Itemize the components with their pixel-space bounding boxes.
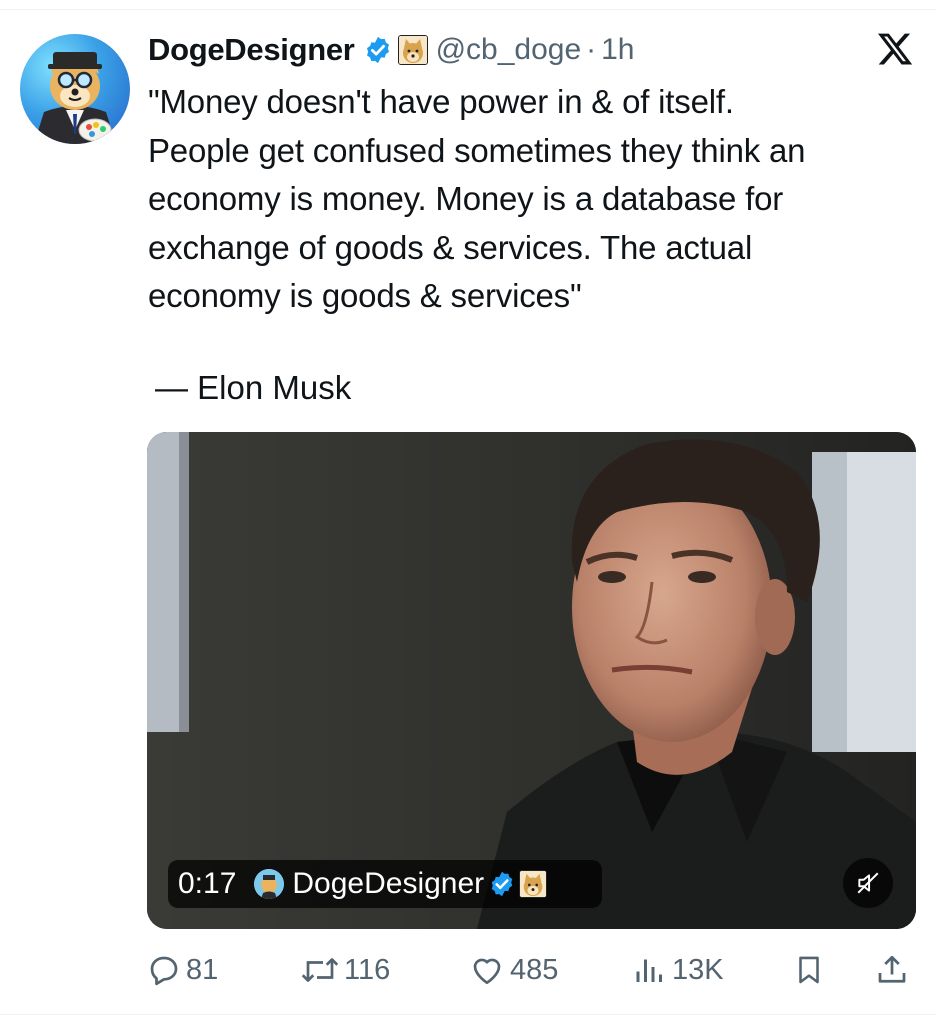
analytics-bar-icon [636, 959, 662, 982]
verified-badge-icon [488, 870, 516, 898]
tweet-text-line: economy is money. Money is a database fo… [148, 180, 784, 217]
speaker-muted-icon [857, 872, 879, 894]
tweet-action-bar: 81 116 485 13K [146, 950, 916, 990]
like-count: 485 [510, 953, 559, 986]
reply-button[interactable]: 81 [146, 950, 218, 990]
video-author-name: DogeDesigner [292, 867, 485, 900]
video-info-badge: 0:17 DogeDesigner [168, 860, 602, 908]
affiliate-doge-badge-icon [519, 870, 548, 898]
repost-count: 116 [344, 953, 391, 986]
author-avatar[interactable] [20, 34, 130, 144]
tweet-text-line: economy is goods & services" [148, 277, 582, 314]
top-divider [0, 0, 936, 10]
view-count: 13K [672, 953, 724, 986]
views-button[interactable]: 13K [632, 950, 724, 990]
tweet-text-line: "Money doesn't have power in & of itself… [148, 83, 734, 120]
bookmark-button[interactable] [792, 950, 826, 990]
x-logo-icon [876, 30, 914, 68]
tweet-timestamp[interactable]: 1h [601, 33, 634, 67]
author-display-name[interactable]: DogeDesigner [148, 32, 355, 68]
author-handle[interactable]: @cb_doge [436, 33, 582, 67]
reply-icon [150, 956, 178, 986]
doge-painter-avatar-icon [34, 52, 116, 144]
separator-dot: · [586, 33, 597, 66]
video-duration: 0:17 [178, 867, 237, 900]
heart-icon [473, 958, 501, 985]
reply-count: 81 [186, 953, 219, 986]
like-button[interactable]: 485 [468, 950, 558, 990]
verified-badge-icon [363, 35, 393, 65]
mute-toggle-button[interactable] [843, 858, 893, 908]
video-frame [147, 432, 916, 929]
video-author-avatar-icon [254, 869, 285, 899]
tweet-header: DogeDesigner @cb_doge · 1h [148, 30, 635, 70]
tweet-text: "Money doesn't have power in & of itself… [148, 78, 918, 321]
share-upload-icon [878, 955, 906, 983]
video-player[interactable] [147, 432, 916, 929]
repost-icon [301, 958, 339, 982]
bottom-divider [0, 1014, 936, 1015]
quote-attribution: — Elon Musk [155, 369, 352, 406]
bookmark-icon [799, 956, 819, 984]
tweet-text-line: People get confused sometimes they think… [148, 131, 806, 169]
tweet-text-line: exchange of goods & services. The actual [148, 228, 753, 266]
repost-button[interactable]: 116 [300, 950, 390, 990]
share-button[interactable] [874, 950, 910, 990]
affiliate-doge-badge-icon[interactable] [397, 35, 428, 65]
